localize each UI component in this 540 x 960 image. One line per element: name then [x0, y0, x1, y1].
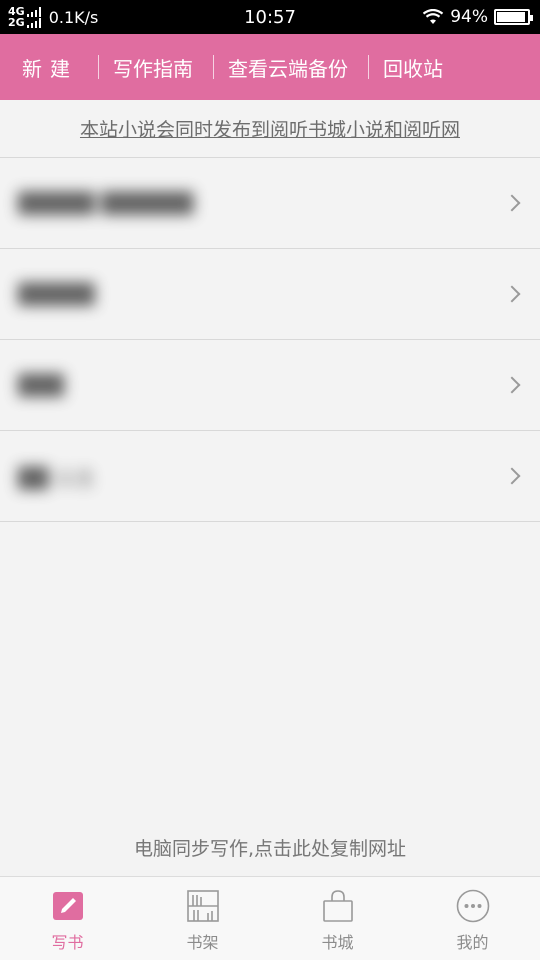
- toolbar-divider: [98, 55, 99, 79]
- more-icon: [456, 889, 490, 923]
- tab-write[interactable]: 写书: [0, 877, 135, 960]
- battery-fill: [497, 12, 526, 22]
- network-type-bottom: 2G: [8, 16, 25, 29]
- signal-icon-secondary: [26, 18, 41, 28]
- status-right: 94%: [422, 7, 533, 27]
- edit-icon: [51, 889, 85, 923]
- new-book-button[interactable]: 新建: [22, 53, 78, 82]
- chevron-right-icon: [503, 194, 521, 212]
- publish-notice-link[interactable]: 本站小说会同时发布到阅听书城小说和阅听网: [0, 100, 540, 158]
- book-title: █████: [18, 282, 95, 306]
- list-item[interactable]: █████ ██████: [0, 158, 540, 249]
- tab-mine[interactable]: 我的: [405, 877, 540, 960]
- book-title: ██ 公主: [18, 465, 96, 490]
- book-title: ███: [18, 373, 65, 397]
- status-left: 4G 2G 0.1K/s: [8, 6, 98, 28]
- cloud-backup-button[interactable]: 查看云端备份: [228, 53, 348, 82]
- network-speed: 0.1K/s: [48, 7, 99, 27]
- tab-bookshelf-label: 书架: [186, 933, 219, 952]
- tab-bookshelf[interactable]: 书架: [135, 877, 270, 960]
- signal-icon: [26, 7, 41, 17]
- status-bar: 4G 2G 0.1K/s 10:57 94%: [0, 0, 540, 34]
- toolbar-divider: [213, 55, 214, 79]
- bookshelf-icon: [186, 889, 220, 923]
- network-indicator: 4G 2G: [8, 6, 41, 28]
- bottom-nav: 写书 书架 书城 我的: [0, 876, 540, 960]
- toolbar-divider: [368, 55, 369, 79]
- chevron-right-icon: [503, 285, 521, 303]
- tab-bookstore-label: 书城: [321, 933, 354, 952]
- tab-write-label: 写书: [51, 933, 84, 952]
- book-list: █████ ██████ █████ ███ ██ 公主: [0, 158, 540, 522]
- recycle-bin-button[interactable]: 回收站: [383, 53, 443, 82]
- list-item[interactable]: ██ 公主: [0, 431, 540, 522]
- pc-sync-copy-url-link[interactable]: 电脑同步写作,点击此处复制网址: [0, 834, 540, 861]
- tab-mine-label: 我的: [456, 933, 489, 952]
- top-toolbar: 新建 写作指南 查看云端备份 回收站: [0, 34, 540, 100]
- chevron-right-icon: [503, 467, 521, 485]
- battery-percent: 94%: [450, 7, 488, 27]
- tab-bookstore[interactable]: 书城: [270, 877, 405, 960]
- wifi-icon: [423, 9, 444, 24]
- book-title: █████ ██████: [18, 191, 194, 215]
- writing-guide-button[interactable]: 写作指南: [113, 53, 193, 82]
- battery-icon: [494, 9, 533, 25]
- shopping-bag-icon: [321, 889, 355, 923]
- list-item[interactable]: ███: [0, 340, 540, 431]
- chevron-right-icon: [503, 376, 521, 394]
- list-item[interactable]: █████: [0, 249, 540, 340]
